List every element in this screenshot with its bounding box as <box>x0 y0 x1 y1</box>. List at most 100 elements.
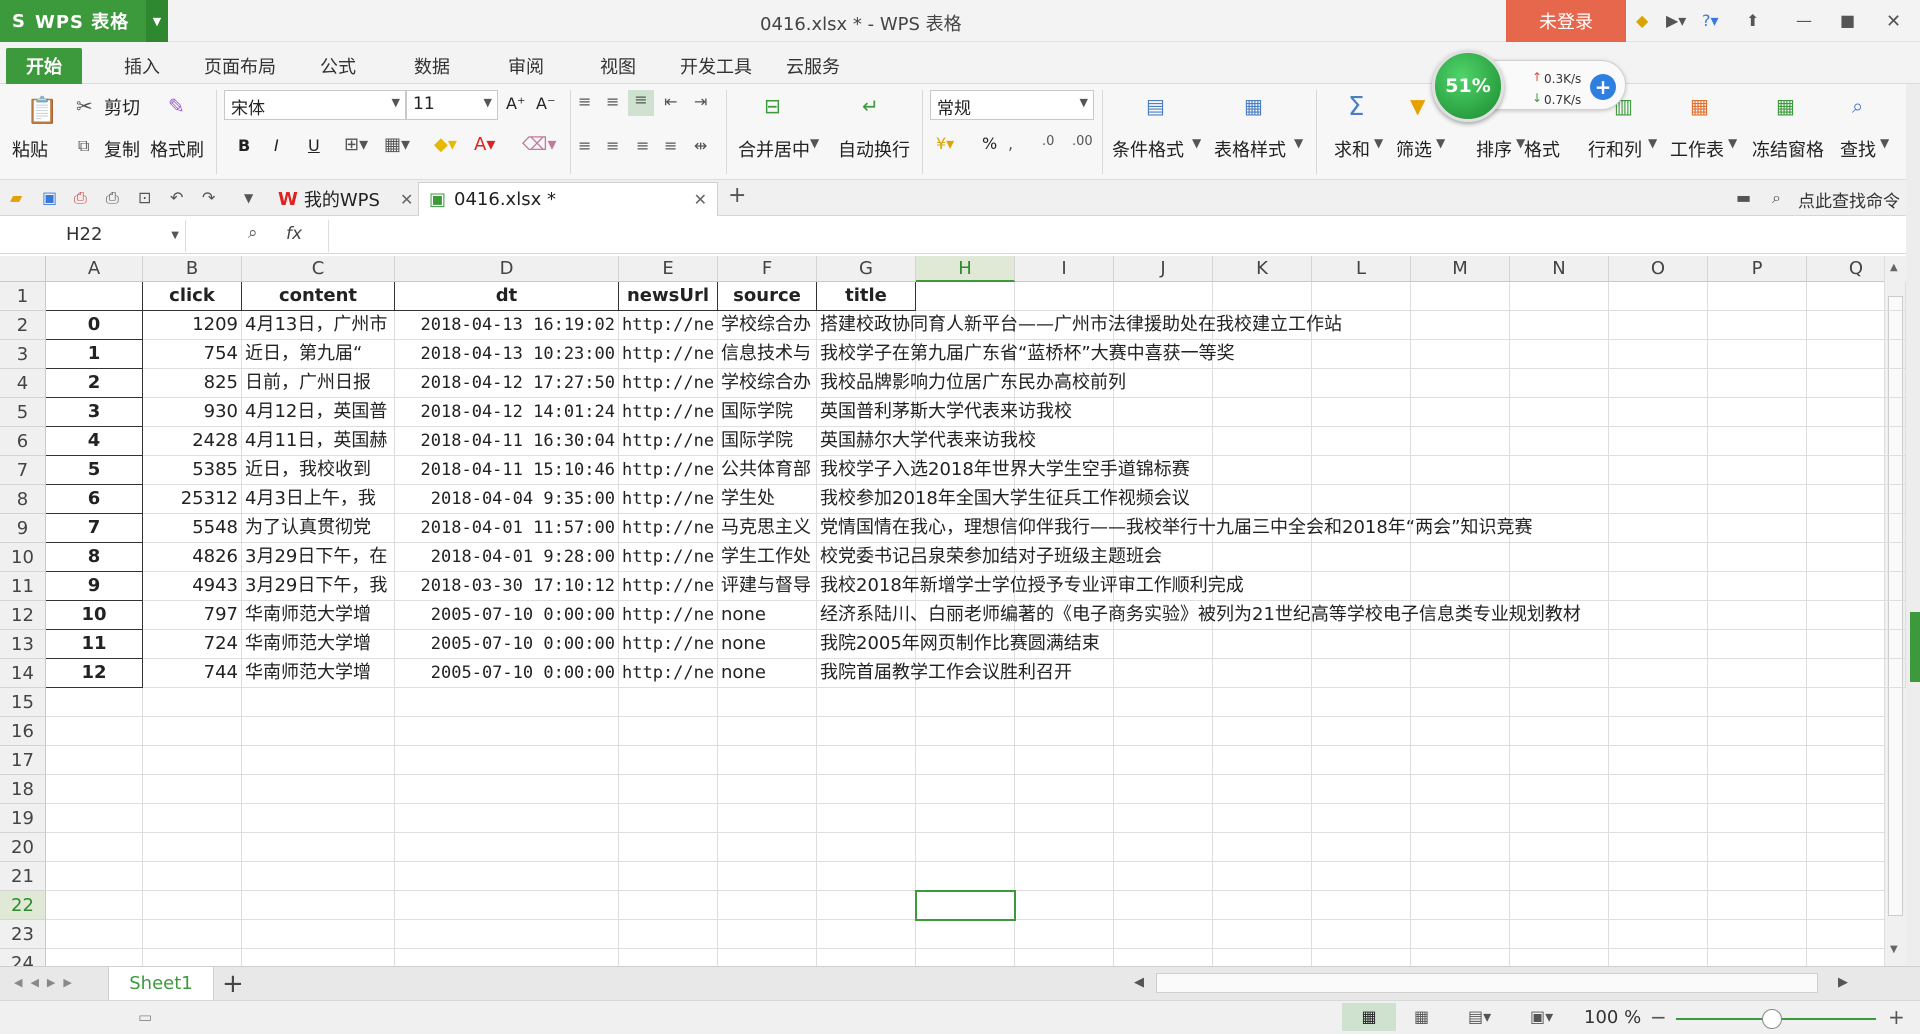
table-cell[interactable]: 797 <box>143 601 242 630</box>
empty-cell[interactable] <box>1312 398 1411 427</box>
number-format-select[interactable]: 常规 ▼ <box>930 90 1094 120</box>
empty-cell[interactable] <box>46 746 143 775</box>
empty-cell[interactable] <box>1708 311 1807 340</box>
align-middle-icon[interactable]: ≡ <box>606 92 619 111</box>
indent-increase-icon[interactable]: ⇥ <box>694 92 707 111</box>
table-cell[interactable]: 2018-04-12 14:01:24 <box>395 398 619 427</box>
empty-cell[interactable] <box>46 717 143 746</box>
empty-cell[interactable] <box>1213 891 1312 920</box>
empty-cell[interactable] <box>619 862 718 891</box>
empty-cell[interactable] <box>395 804 619 833</box>
menu-page-layout[interactable]: 页面布局 <box>204 53 276 79</box>
row-header-7[interactable]: 7 <box>0 456 46 485</box>
table-cell[interactable]: 公共体育部 <box>718 456 817 485</box>
empty-cell[interactable] <box>1708 398 1807 427</box>
empty-cell[interactable] <box>1510 804 1609 833</box>
empty-cell[interactable] <box>1411 311 1510 340</box>
empty-cell[interactable] <box>1411 340 1510 369</box>
conditional-format-button[interactable]: 条件格式 <box>1112 136 1184 162</box>
table-cell[interactable]: 1 <box>46 340 143 369</box>
row-header-11[interactable]: 11 <box>0 572 46 601</box>
empty-cell[interactable] <box>1114 630 1213 659</box>
close-icon[interactable]: ✕ <box>400 190 413 209</box>
column-header-b[interactable]: B <box>143 256 242 282</box>
empty-cell[interactable] <box>1708 340 1807 369</box>
table-cell[interactable]: 7 <box>46 514 143 543</box>
empty-cell[interactable] <box>1510 891 1609 920</box>
empty-cell[interactable] <box>1708 804 1807 833</box>
empty-cell[interactable] <box>1609 688 1708 717</box>
empty-cell[interactable] <box>1114 746 1213 775</box>
empty-cell[interactable] <box>1609 630 1708 659</box>
sheet-nav-icons[interactable]: ◀◀▶▶ <box>14 976 80 989</box>
scissors-icon[interactable]: ✂ <box>76 94 93 118</box>
empty-cell[interactable] <box>817 891 916 920</box>
row-header-20[interactable]: 20 <box>0 833 46 862</box>
align-left-icon[interactable]: ≡ <box>578 136 591 155</box>
empty-cell[interactable] <box>242 746 395 775</box>
table-cell[interactable]: 英国普利茅斯大学代表来访我校 <box>817 398 1072 427</box>
empty-cell[interactable] <box>46 775 143 804</box>
empty-cell[interactable] <box>1411 891 1510 920</box>
zoom-in-icon[interactable]: + <box>1888 1005 1905 1029</box>
table-cell[interactable]: 2018-04-13 16:19:02 <box>395 311 619 340</box>
table-cell[interactable]: 我校品牌影响力位居广东民办高校前列 <box>817 369 1126 398</box>
empty-cell[interactable] <box>916 688 1015 717</box>
empty-cell[interactable] <box>46 920 143 949</box>
chevron-down-icon[interactable]: ▼ <box>1374 136 1383 150</box>
empty-cell[interactable] <box>1411 543 1510 572</box>
empty-cell[interactable] <box>1114 282 1213 311</box>
empty-cell[interactable] <box>143 833 242 862</box>
empty-cell[interactable] <box>1114 688 1213 717</box>
table-cell[interactable]: 为了认真贯彻党 <box>242 514 395 543</box>
cell-style-icon[interactable]: ▦▾ <box>384 134 410 155</box>
empty-cell[interactable] <box>1708 427 1807 456</box>
table-cell[interactable]: 11 <box>46 630 143 659</box>
empty-cell[interactable] <box>1213 688 1312 717</box>
table-cell[interactable]: 华南师范大学增 <box>242 630 395 659</box>
table-cell[interactable]: 日前，广州日报 <box>242 369 395 398</box>
chevron-down-icon[interactable]: ▼ <box>171 230 179 241</box>
empty-cell[interactable] <box>143 920 242 949</box>
empty-cell[interactable] <box>1510 369 1609 398</box>
empty-cell[interactable] <box>1807 601 1906 630</box>
column-header-m[interactable]: M <box>1411 256 1510 282</box>
chevron-down-icon[interactable]: ▼ <box>1890 944 1898 955</box>
chevron-right-icon[interactable]: ▶ <box>1838 975 1848 990</box>
empty-cell[interactable] <box>817 862 916 891</box>
empty-cell[interactable] <box>242 949 395 966</box>
table-cell[interactable]: 学校综合办 <box>718 311 817 340</box>
pin-icon[interactable]: ⬆ <box>1746 11 1759 30</box>
format-button[interactable]: 格式 <box>1524 136 1560 162</box>
freeze-panes-button[interactable]: 冻结窗格 <box>1752 136 1824 162</box>
empty-cell[interactable] <box>1807 282 1906 311</box>
table-cell[interactable]: http://ne <box>619 659 718 688</box>
empty-cell[interactable] <box>1213 427 1312 456</box>
empty-cell[interactable] <box>1114 717 1213 746</box>
empty-cell[interactable] <box>1312 804 1411 833</box>
table-cell[interactable]: 2018-04-01 11:57:00 <box>395 514 619 543</box>
table-cell[interactable]: 我校参加2018年全国大学生征兵工作视频会议 <box>817 485 1190 514</box>
table-cell[interactable]: 2018-04-12 17:27:50 <box>395 369 619 398</box>
table-cell[interactable]: http://ne <box>619 340 718 369</box>
select-all-corner[interactable] <box>0 256 46 282</box>
copy-button[interactable]: 复制 <box>104 136 140 162</box>
empty-cell[interactable] <box>46 833 143 862</box>
table-cell[interactable]: 近日，第九届“ <box>242 340 395 369</box>
header-cell-d[interactable]: dt <box>395 282 619 311</box>
empty-cell[interactable] <box>1312 485 1411 514</box>
column-header-p[interactable]: P <box>1708 256 1807 282</box>
empty-cell[interactable] <box>1114 862 1213 891</box>
table-cell[interactable]: http://ne <box>619 311 718 340</box>
empty-cell[interactable] <box>619 891 718 920</box>
empty-cell[interactable] <box>1015 746 1114 775</box>
column-header-c[interactable]: C <box>242 256 395 282</box>
empty-cell[interactable] <box>1609 311 1708 340</box>
row-header-19[interactable]: 19 <box>0 804 46 833</box>
empty-cell[interactable] <box>143 717 242 746</box>
percent-button[interactable]: % <box>982 134 997 153</box>
empty-cell[interactable] <box>1807 630 1906 659</box>
table-cell[interactable]: 马克思主义 <box>718 514 817 543</box>
table-cell[interactable]: 5548 <box>143 514 242 543</box>
row-header-3[interactable]: 3 <box>0 340 46 369</box>
